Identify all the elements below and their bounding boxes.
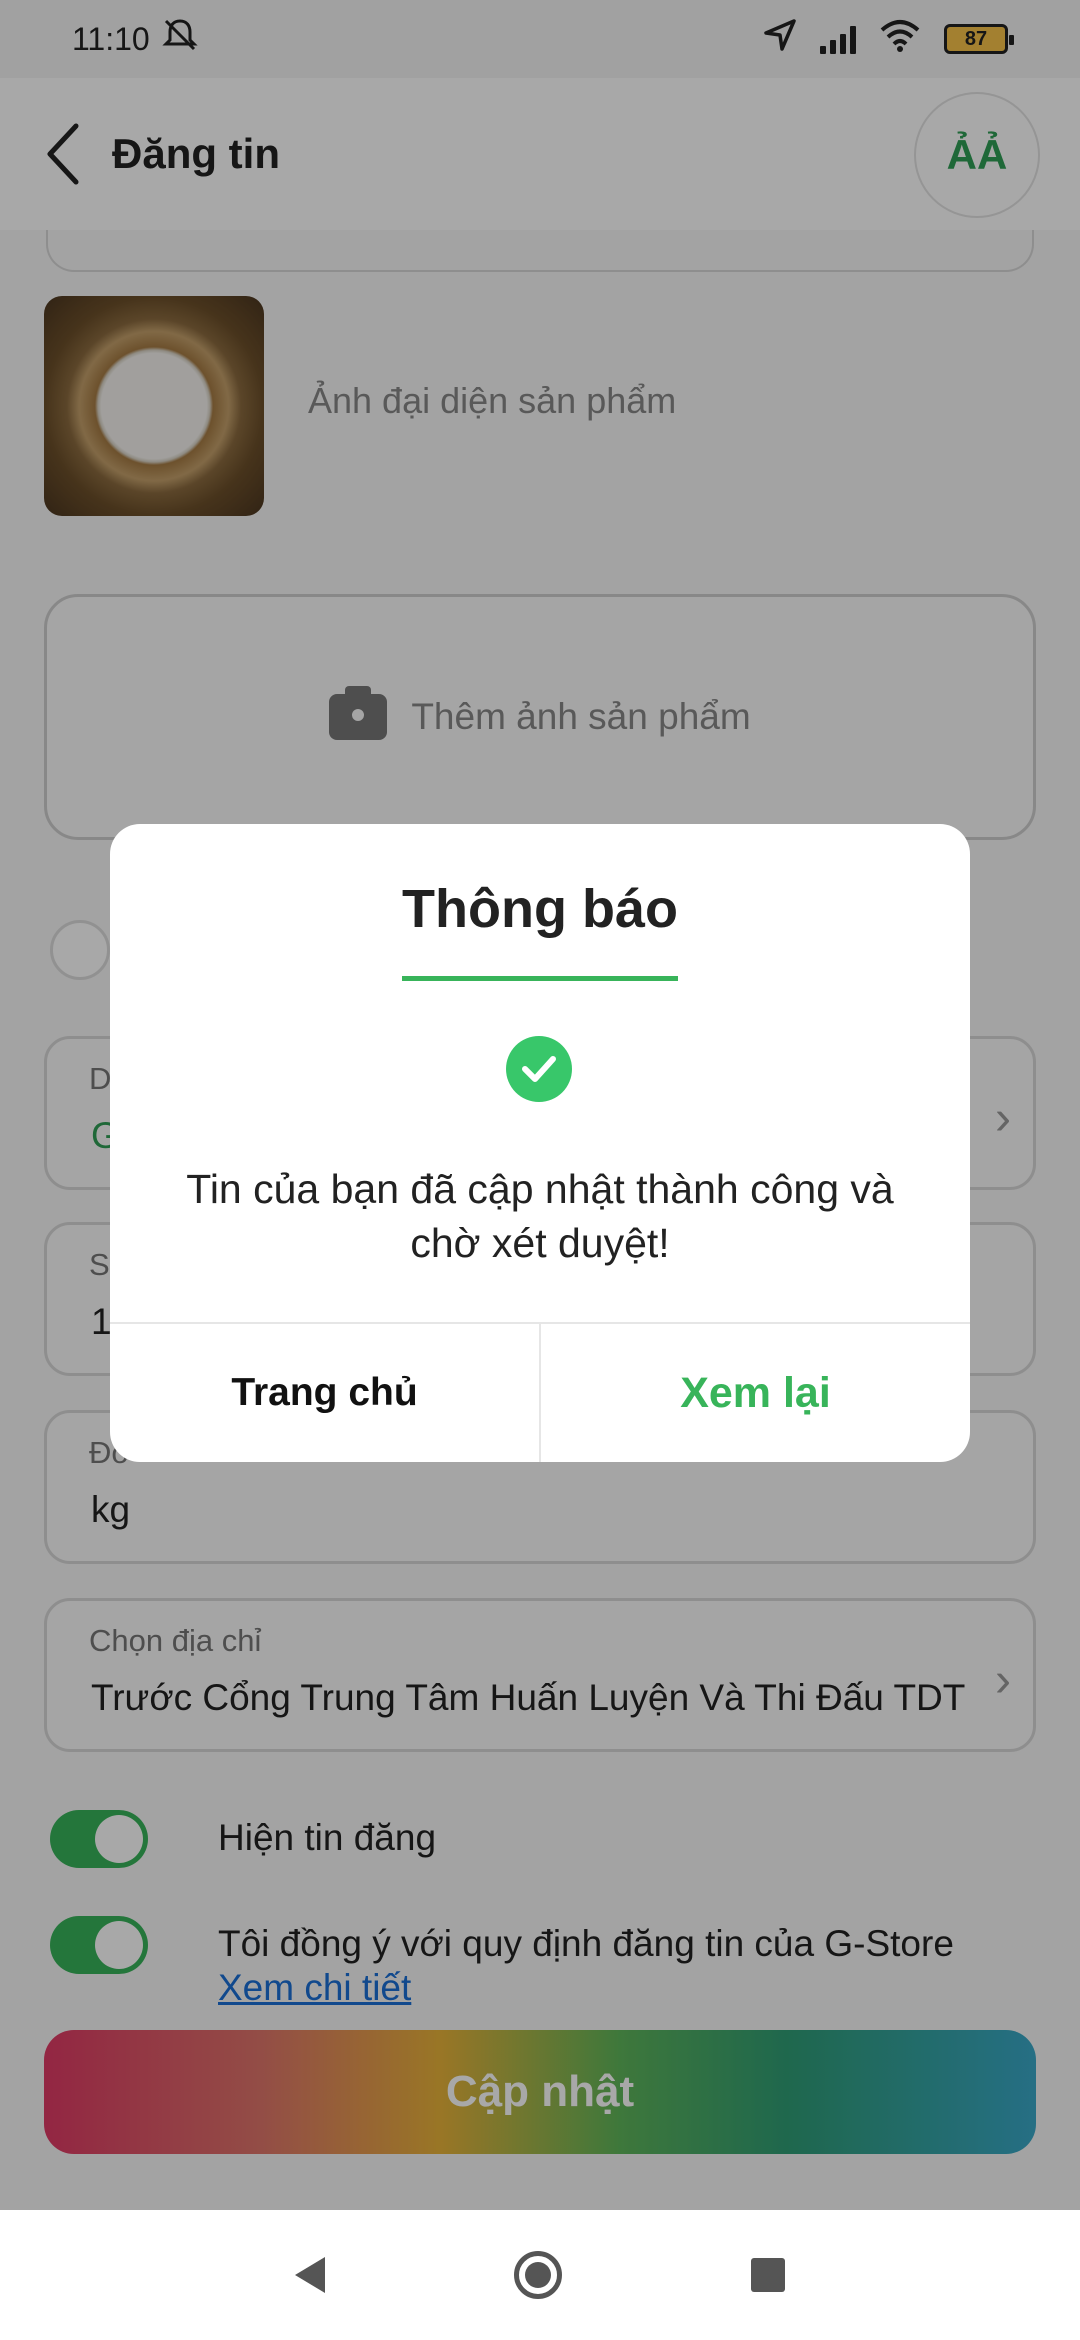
nav-back-icon[interactable] [294,2257,325,2293]
home-button[interactable]: Trang chủ [110,1324,541,1462]
title-underline [402,976,678,981]
system-nav-bar [0,2210,1080,2340]
dialog-actions: Trang chủ Xem lại [110,1322,970,1462]
notification-dialog: Thông báo Tin của bạn đã cập nhật thành … [110,824,970,1462]
dialog-message: Tin của bạn đã cập nhật thành công và ch… [186,1166,894,1266]
review-button[interactable]: Xem lại [541,1324,970,1462]
nav-home-icon[interactable] [513,2251,562,2299]
nav-recents-icon[interactable] [751,2258,786,2292]
dialog-title: Thông báo [402,879,678,939]
check-circle-icon [506,1036,572,1102]
